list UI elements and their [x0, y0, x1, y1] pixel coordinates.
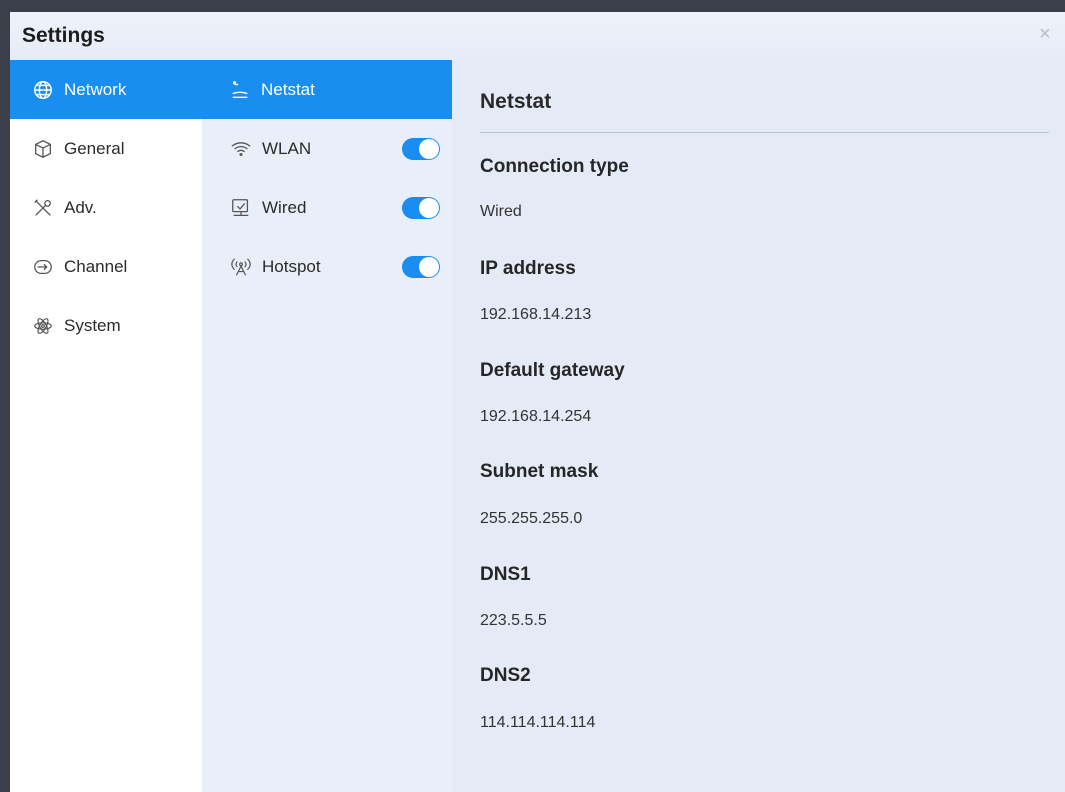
divider — [480, 132, 1049, 133]
panel-title: Netstat — [480, 90, 552, 113]
wlan-toggle[interactable] — [402, 138, 440, 160]
nav-item-label: Hotspot — [262, 256, 321, 276]
nav-item-label: Adv. — [64, 197, 97, 217]
nav-item-general[interactable]: General — [10, 119, 202, 178]
window-title: Settings — [22, 24, 105, 47]
primary-nav: Network General Adv. Channel System — [10, 60, 202, 792]
toggle-knob — [419, 257, 439, 277]
tools-icon — [32, 197, 54, 219]
nav-item-label: WLAN — [262, 138, 312, 158]
channel-icon — [32, 256, 54, 278]
nav-item-adv[interactable]: Adv. — [10, 178, 202, 237]
nav-item-wired[interactable]: Wired — [202, 178, 452, 237]
dns1-label: DNS1 — [480, 564, 531, 585]
settings-window: Settings × Network General Adv. Channel … — [10, 12, 1065, 792]
netstat-icon — [229, 79, 251, 101]
nav-item-label: Netstat — [261, 79, 315, 99]
nav-item-label: General — [64, 138, 125, 158]
dns2-label: DNS2 — [480, 665, 531, 686]
nav-item-label: Wired — [262, 197, 307, 217]
ip-address-value: 192.168.14.213 — [480, 306, 592, 323]
nav-item-label: Network — [64, 79, 127, 99]
dns1-value: 223.5.5.5 — [480, 612, 547, 629]
hotspot-icon — [230, 256, 252, 278]
dns2-value: 114.114.114.114 — [480, 714, 596, 731]
nav-item-system[interactable]: System — [10, 296, 202, 355]
secondary-nav: Netstat WLAN Wired Hotspot — [201, 60, 452, 792]
connection-type-label: Connection type — [480, 156, 629, 177]
atom-icon — [32, 315, 54, 337]
nav-item-network[interactable]: Network — [10, 60, 202, 119]
monitor-icon — [230, 197, 252, 219]
connection-type-value: Wired — [480, 203, 522, 220]
wired-toggle[interactable] — [402, 197, 440, 219]
cube-icon — [32, 138, 54, 160]
default-gateway-value: 192.168.14.254 — [480, 408, 592, 425]
nav-item-hotspot[interactable]: Hotspot — [202, 237, 452, 296]
toggle-knob — [419, 139, 439, 159]
title-bar: Settings × — [10, 12, 1065, 60]
default-gateway-label: Default gateway — [480, 360, 625, 381]
hotspot-toggle[interactable] — [402, 256, 440, 278]
ip-address-label: IP address — [480, 258, 576, 279]
nav-item-channel[interactable]: Channel — [10, 237, 202, 296]
subnet-mask-label: Subnet mask — [480, 461, 599, 482]
globe-icon — [32, 79, 54, 101]
subnet-mask-value: 255.255.255.0 — [480, 510, 583, 527]
nav-item-label: Channel — [64, 256, 128, 276]
nav-item-netstat[interactable]: Netstat — [201, 60, 452, 119]
toggle-knob — [419, 198, 439, 218]
close-icon[interactable]: × — [1033, 22, 1057, 46]
netstat-panel: Netstat Connection type Wired IP address… — [452, 60, 1065, 792]
nav-item-wlan[interactable]: WLAN — [202, 119, 452, 178]
nav-item-label: System — [64, 315, 121, 335]
wifi-icon — [230, 138, 252, 160]
